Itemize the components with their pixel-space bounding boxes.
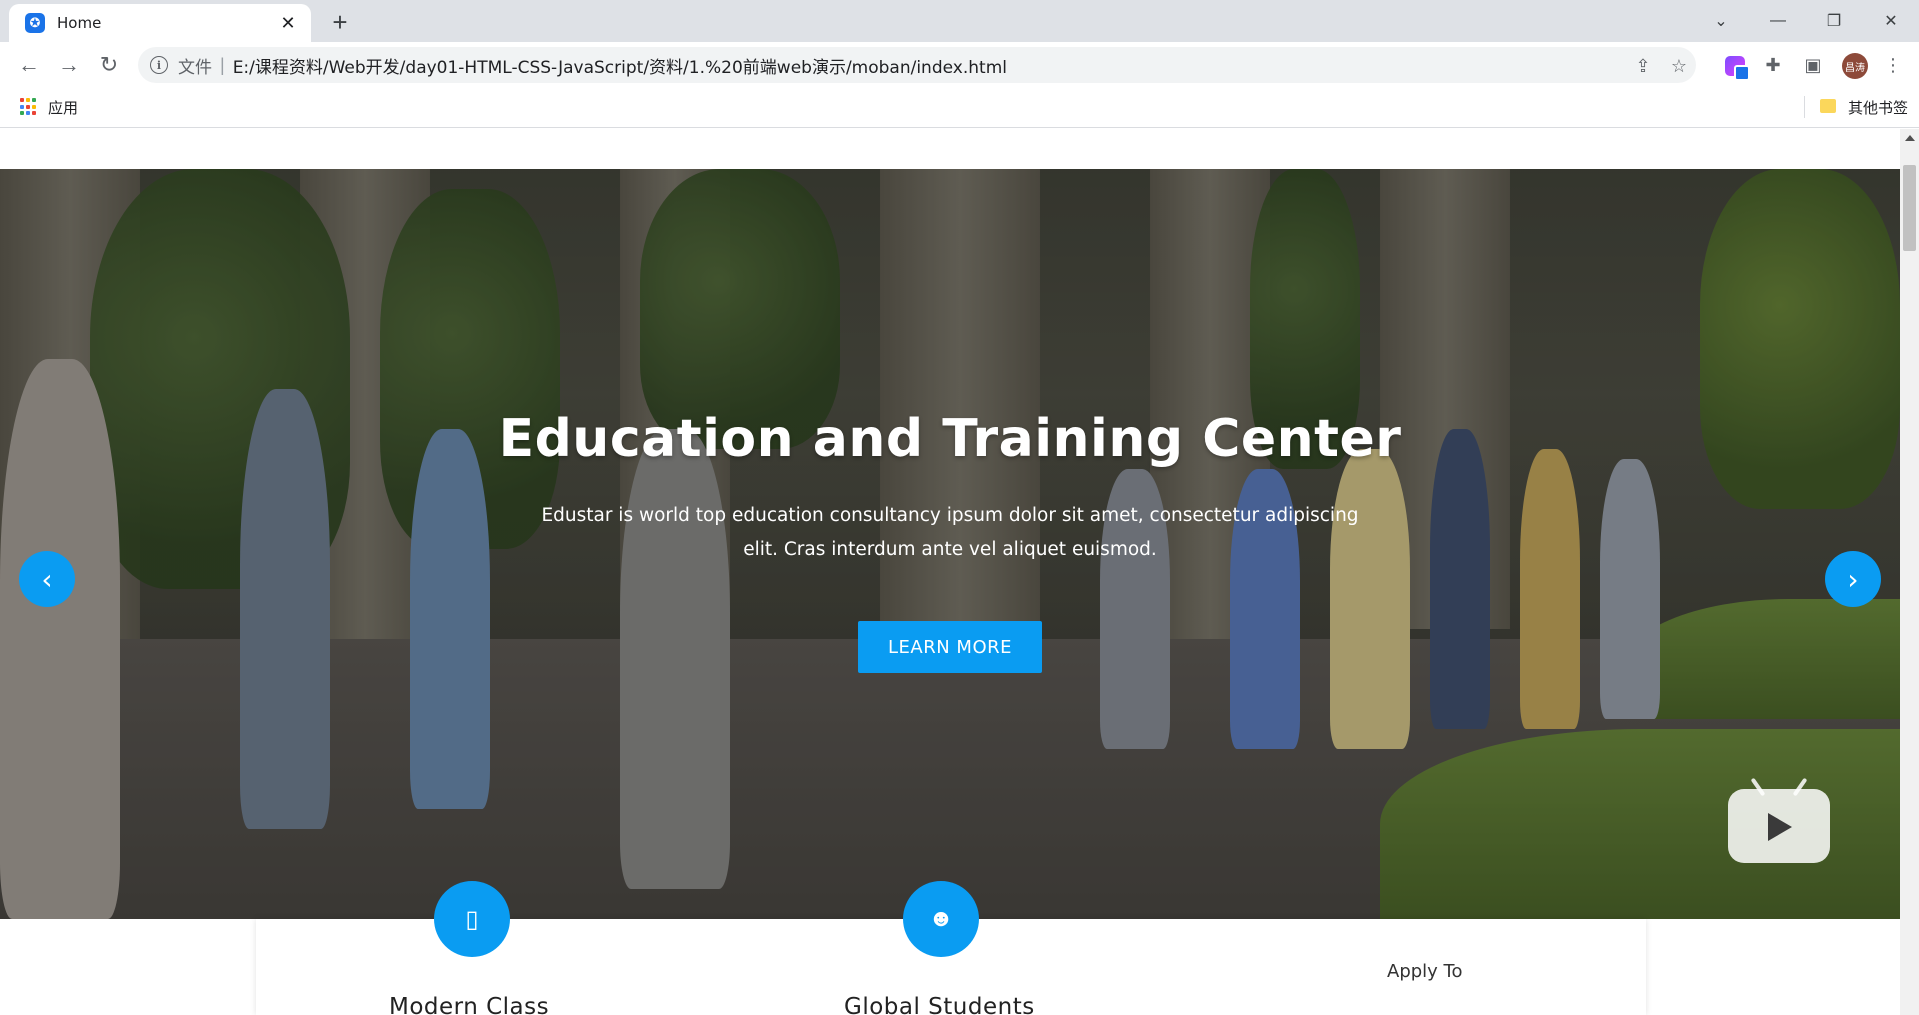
tab-strip: ✪ Home ✕ + ⌄ — ❐ ✕ (0, 0, 1919, 42)
new-tab-button[interactable]: + (326, 7, 354, 37)
file-scheme-label: 文件 (178, 57, 212, 78)
address-bar[interactable]: i 文件 | E:/课程资料/Web开发/day01-HTML-CSS-Java… (138, 47, 1696, 83)
features-panel: ▯ Modern Class ☻ Global Students Apply T… (256, 881, 1646, 1015)
feature-title-global-students: Global Students (844, 994, 1035, 1015)
share-icon[interactable]: ⇪ (1632, 55, 1654, 77)
video-watermark-icon (1728, 777, 1830, 863)
bookmark-divider (1804, 96, 1805, 118)
omnibox-divider: | (220, 54, 225, 75)
users-icon: ☻ (903, 881, 979, 957)
hero-subtitle: Edustar is world top education consultan… (541, 505, 1359, 560)
apply-to-label: Apply To (1387, 961, 1463, 982)
site-favicon-icon: ✪ (25, 13, 45, 33)
apps-grid-icon[interactable] (20, 98, 38, 116)
minimize-button[interactable]: — (1758, 6, 1798, 36)
building-icon: ▯ (434, 881, 510, 957)
url-text[interactable]: E:/课程资料/Web开发/day01-HTML-CSS-JavaScript/… (233, 53, 1007, 78)
folder-icon (1820, 99, 1836, 113)
browser-chrome: ✪ Home ✕ + ⌄ — ❐ ✕ ← → ↻ i 文件 | E:/课程资料/… (0, 0, 1919, 128)
site-header (0, 129, 1900, 169)
toolbar: ← → ↻ i 文件 | E:/课程资料/Web开发/day01-HTML-CS… (0, 42, 1919, 88)
prev-slide-button[interactable]: ‹ (19, 551, 75, 607)
menu-kebab-icon[interactable]: ⋮ (1880, 52, 1906, 78)
restore-button[interactable]: ❐ (1814, 6, 1854, 36)
hero-banner: Education and Training Center Edustar is… (0, 169, 1900, 919)
page-scrollbar[interactable] (1900, 129, 1919, 1015)
bookmark-star-icon[interactable]: ☆ (1668, 55, 1690, 77)
chevron-right-icon: › (1847, 562, 1859, 596)
close-window-button[interactable]: ✕ (1871, 6, 1911, 36)
side-panel-icon[interactable]: ▣ (1800, 52, 1826, 78)
apps-bookmark[interactable]: 应用 (48, 97, 78, 118)
scroll-thumb[interactable] (1903, 165, 1916, 251)
extension-app-icon[interactable] (1725, 56, 1750, 81)
close-tab-icon[interactable]: ✕ (277, 12, 299, 34)
hero-title: Education and Training Center (498, 409, 1402, 469)
tab-title: Home (57, 14, 102, 32)
page-viewport: Education and Training Center Edustar is… (0, 129, 1900, 1015)
reload-button[interactable]: ↻ (94, 50, 124, 80)
extensions-puzzle-icon[interactable]: ✚ (1760, 52, 1786, 78)
other-bookmarks[interactable]: 其他书签 (1848, 97, 1908, 118)
info-icon[interactable]: i (150, 56, 168, 74)
back-button[interactable]: ← (14, 50, 44, 80)
forward-button[interactable]: → (54, 50, 84, 80)
learn-more-button[interactable]: LEARN MORE (858, 621, 1042, 673)
bookmarks-bar: 应用 其他书签 (0, 88, 1919, 128)
scroll-up-arrow-icon[interactable] (1905, 135, 1915, 141)
feature-title-modern-class: Modern Class (389, 994, 550, 1015)
next-slide-button[interactable]: › (1825, 551, 1881, 607)
tab-home[interactable]: ✪ Home ✕ (9, 4, 311, 42)
tab-search-chevron-icon[interactable]: ⌄ (1701, 6, 1741, 36)
chevron-left-icon: ‹ (41, 562, 53, 596)
profile-avatar[interactable]: 昌涛 (1842, 53, 1868, 79)
